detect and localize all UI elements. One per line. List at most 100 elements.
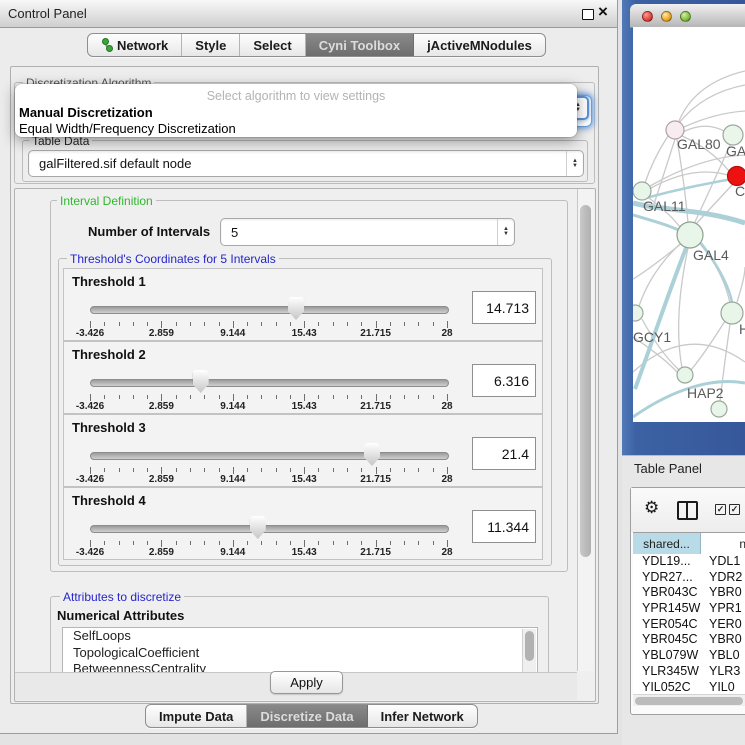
cell-name[interactable]: YDR2	[709, 570, 745, 586]
tab-impute-data[interactable]: Impute Data	[146, 705, 247, 727]
algorithm-placeholder-option[interactable]: Select algorithm to view settings	[15, 89, 577, 103]
cell-name[interactable]: YPR1	[709, 601, 745, 617]
column-header-name[interactable]: n	[701, 533, 745, 554]
table-horizontal-scrollbar[interactable]	[633, 694, 745, 706]
algorithm-option-equal-width[interactable]: Equal Width/Frequency Discretization	[19, 121, 236, 136]
split-view-icon[interactable]	[677, 501, 698, 520]
network-node[interactable]	[711, 401, 727, 417]
table-row[interactable]: YDR27...YDR2	[633, 570, 745, 586]
slider-handle[interactable]	[193, 370, 209, 393]
slider-track[interactable]	[90, 379, 449, 387]
slider-tick	[219, 322, 220, 326]
attributes-list-scrollbar[interactable]	[522, 629, 536, 677]
gear-icon[interactable]: ⚙	[644, 499, 659, 516]
slider-handle[interactable]	[250, 516, 266, 539]
table-row[interactable]: YIL052CYIL0	[633, 680, 745, 696]
network-view-canvas[interactable]: GAL80GACGAL11GAL4GCY1HHAP2	[633, 27, 745, 422]
network-window-titlebar[interactable]	[630, 4, 745, 28]
cell-name[interactable]: YIL0	[709, 680, 745, 696]
tab-discretize-data[interactable]: Discretize Data	[247, 705, 367, 727]
table-data-combobox[interactable]: galFiltered.sif default node ▲▼	[28, 150, 584, 177]
network-edge[interactable]	[645, 136, 668, 183]
attribute-list-item[interactable]: TopologicalCoefficient	[63, 645, 537, 662]
network-node-hap2[interactable]	[677, 367, 693, 383]
slider-tick	[347, 541, 348, 545]
number-of-intervals-combobox[interactable]: 5 ▲▼	[220, 218, 515, 246]
algorithm-dropdown-popup: Select algorithm to view settings Manual…	[15, 84, 577, 137]
cell-shared-name[interactable]: YBR043C	[633, 585, 709, 601]
network-node-label: GAL11	[643, 198, 686, 214]
minimize-traffic-light-icon[interactable]	[661, 11, 672, 22]
threshold-value-box[interactable]: 21.4	[472, 437, 536, 470]
slider-track[interactable]	[90, 452, 449, 460]
network-node-gcy1[interactable]	[633, 305, 643, 321]
tab-select[interactable]: Select	[240, 34, 305, 56]
table-row[interactable]: YBR045CYBR0	[633, 632, 745, 648]
slider-tick	[247, 395, 248, 399]
scrollbar-thumb[interactable]	[580, 205, 591, 557]
table-row[interactable]: YDL19...YDL1	[633, 554, 745, 570]
threshold-value-box[interactable]: 11.344	[472, 510, 536, 543]
algorithm-option-manual[interactable]: Manual Discretization	[19, 105, 153, 120]
zoom-traffic-light-icon[interactable]	[680, 11, 691, 22]
network-node-ga[interactable]	[723, 125, 743, 145]
tab-style[interactable]: Style	[182, 34, 240, 56]
network-edge[interactable]	[684, 111, 745, 127]
settings-vertical-scrollbar[interactable]	[577, 189, 594, 671]
cell-shared-name[interactable]: YER054C	[633, 617, 709, 633]
cell-shared-name[interactable]: YPR145W	[633, 601, 709, 617]
slider-tick	[276, 541, 277, 545]
network-edge[interactable]	[683, 126, 724, 132]
combo-stepper-icon: ▲▼	[497, 219, 514, 245]
cell-name[interactable]: YLR3	[709, 664, 745, 680]
scrollbar-thumb[interactable]	[635, 697, 743, 705]
attribute-list-item[interactable]: SelfLoops	[63, 628, 537, 645]
tab-network[interactable]: Network	[88, 34, 182, 56]
cell-shared-name[interactable]: YBL079W	[633, 648, 709, 664]
cell-name[interactable]: YBR0	[709, 585, 745, 601]
cell-name[interactable]: YBR0	[709, 632, 745, 648]
scrollbar-thumb[interactable]	[525, 631, 534, 661]
close-icon[interactable]: ×	[598, 2, 608, 22]
table-row[interactable]: YPR145WYPR1	[633, 601, 745, 617]
cell-shared-name[interactable]: YBR045C	[633, 632, 709, 648]
network-edge[interactable]	[737, 267, 745, 302]
threshold-value-box[interactable]: 6.316	[472, 364, 536, 397]
cell-shared-name[interactable]: YIL052C	[633, 680, 709, 696]
slider-tick	[418, 468, 419, 472]
slider-track[interactable]	[90, 306, 449, 314]
tab-jactivemnodules[interactable]: jActiveMNodules	[414, 34, 545, 56]
table-row[interactable]: YBR043CYBR0	[633, 585, 745, 601]
cell-name[interactable]: YER0	[709, 617, 745, 633]
slider-tick	[90, 540, 91, 547]
network-node-gal4[interactable]	[677, 222, 703, 248]
tab-infer-network[interactable]: Infer Network	[368, 705, 477, 727]
network-edge[interactable]	[653, 139, 675, 207]
close-traffic-light-icon[interactable]	[642, 11, 653, 22]
float-window-icon[interactable]	[582, 9, 594, 20]
table-row[interactable]: YER054CYER0	[633, 617, 745, 633]
slider-tick	[290, 468, 291, 472]
slider-handle[interactable]	[288, 297, 304, 320]
cell-shared-name[interactable]: YLR345W	[633, 664, 709, 680]
slider-tick-label: 21.715	[360, 547, 391, 558]
table-row[interactable]: YBL079WYBL0	[633, 648, 745, 664]
checkbox-icon[interactable]: ✓	[715, 504, 726, 515]
cell-name[interactable]: YDL1	[709, 554, 745, 570]
slider-track[interactable]	[90, 525, 449, 533]
threshold-value-box[interactable]: 14.713	[472, 291, 536, 324]
slider-handle[interactable]	[364, 443, 380, 466]
slider-tick	[219, 395, 220, 399]
checkbox-icon[interactable]: ✓	[729, 504, 740, 515]
slider-tick	[390, 468, 391, 472]
slider-tick-label: 28	[441, 547, 452, 558]
table-row[interactable]: YLR345WYLR3	[633, 664, 745, 680]
cell-name[interactable]: YBL0	[709, 648, 745, 664]
slider-tick	[290, 322, 291, 326]
apply-button[interactable]: Apply	[270, 671, 343, 694]
cell-shared-name[interactable]: YDR27...	[633, 570, 709, 586]
column-header-shared-name[interactable]: shared...	[633, 533, 701, 554]
network-node-label: HAP2	[687, 385, 724, 401]
cell-shared-name[interactable]: YDL19...	[633, 554, 709, 570]
tab-cyni-toolbox[interactable]: Cyni Toolbox	[306, 34, 414, 56]
